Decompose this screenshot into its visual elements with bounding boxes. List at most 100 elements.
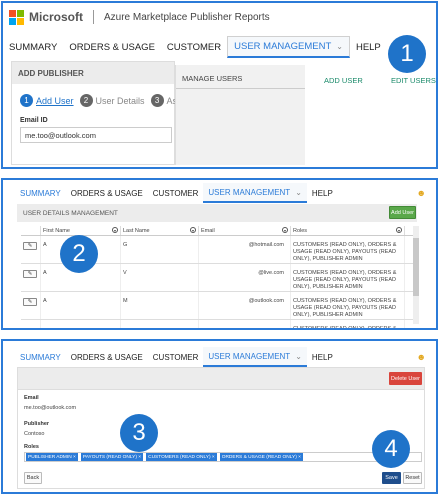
reset-button[interactable]: Reset (403, 472, 422, 484)
chevron-down-icon: ⌄ (295, 351, 302, 361)
microsoft-logo-icon (9, 9, 24, 25)
role-tag[interactable]: ORDERS & USAGE (READ ONLY) × (219, 453, 303, 461)
manage-users-heading: MANAGE USERS (182, 74, 243, 83)
last-name-cell: M (121, 292, 199, 319)
column-header-edit (21, 226, 41, 235)
email-cell (199, 320, 291, 328)
nav-help[interactable]: HELP (307, 347, 338, 367)
nav-help[interactable]: HELP (307, 183, 338, 203)
filter-icon[interactable]: ▾ (282, 227, 288, 233)
filter-icon[interactable]: ▾ (190, 227, 196, 233)
nav-orders-usage[interactable]: ORDERS & USAGE (63, 36, 161, 58)
column-title: Last Name (123, 228, 150, 234)
section-title: USER DETAILS MANAGEMENT (17, 204, 417, 222)
chevron-down-icon: ⌄ (336, 42, 343, 51)
nav-customer[interactable]: CUSTOMER (161, 36, 227, 58)
callout-badge-2: 2 (60, 235, 98, 273)
nav-summary[interactable]: SUMMARY (15, 183, 66, 203)
edit-users-link[interactable]: EDIT USERS (391, 76, 436, 85)
delete-user-button[interactable]: Delete User (389, 372, 422, 385)
nav-user-management-label: USER MANAGEMENT (234, 41, 332, 52)
roles-cell: CUSTOMERS (READ ONLY), ORDERS & USAGE (R… (291, 264, 405, 291)
roles-multiselect[interactable]: PUBLISHER ADMIN × PAYOUTS (READ ONLY) × … (24, 452, 422, 462)
edit-user-form: Delete User Email me.too@outlook.com Pub… (17, 367, 425, 489)
filter-icon[interactable]: ▾ (112, 227, 118, 233)
step-number: 1 (20, 94, 33, 107)
main-nav: SUMMARY ORDERS & USAGE CUSTOMER USER MAN… (3, 347, 436, 367)
email-cell: @live.com (199, 264, 291, 291)
table-row[interactable]: ✎ A M @outlook.com CUSTOMERS (READ ONLY)… (21, 292, 413, 320)
nav-user-management[interactable]: USER MANAGEMENT ⌄ (203, 347, 307, 367)
manage-users-panel: MANAGE USERS (175, 65, 305, 165)
first-name-cell: A (41, 292, 121, 319)
scrollbar-thumb[interactable] (413, 238, 419, 296)
nav-summary[interactable]: SUMMARY (15, 347, 66, 367)
step-number: 2 (79, 94, 93, 107)
edit-pencil-icon[interactable]: ✎ (23, 298, 37, 306)
add-user-link[interactable]: ADD USER (324, 76, 363, 85)
main-nav: SUMMARY ORDERS & USAGE CUSTOMER USER MAN… (3, 36, 436, 58)
column-header-roles[interactable]: Roles ▾ (291, 226, 405, 235)
add-publisher-form: ADD PUBLISHER 1 Add User 2 User Details … (11, 61, 182, 165)
chevron-down-icon: ⌄ (295, 187, 302, 197)
nav-orders-usage[interactable]: ORDERS & USAGE (66, 183, 148, 203)
role-tag[interactable]: PAYOUTS (READ ONLY) × (80, 453, 144, 461)
nav-summary[interactable]: SUMMARY (3, 36, 63, 58)
save-button[interactable]: Save (382, 472, 401, 484)
column-title: Email (201, 228, 215, 234)
back-button[interactable]: Back (24, 472, 42, 484)
role-tag-label: CUSTOMERS (READ ONLY) (148, 454, 211, 460)
first-name-cell (41, 320, 121, 328)
filter-icon[interactable]: ▾ (396, 227, 402, 233)
email-id-label: Email ID (20, 117, 48, 124)
column-header-last-name[interactable]: Last Name ▾ (121, 226, 199, 235)
nav-user-management-label: USER MANAGEMENT (208, 351, 291, 361)
nav-orders-usage[interactable]: ORDERS & USAGE (66, 347, 148, 367)
column-header-first-name[interactable]: First Name ▾ (41, 226, 121, 235)
role-tag-label: PAYOUTS (READ ONLY) (82, 454, 137, 460)
column-title: Roles (293, 228, 308, 234)
role-tag[interactable]: CUSTOMERS (READ ONLY) × (146, 453, 217, 461)
brand-name: Microsoft (29, 10, 83, 24)
last-name-cell: V (121, 264, 199, 291)
callout-badge-4: 4 (372, 430, 410, 468)
smiley-icon[interactable]: ☻ (417, 188, 426, 198)
table-row[interactable]: CUSTOMERS (READ ONLY), ORDERS & USAGE (21, 320, 413, 328)
smiley-icon[interactable]: ☻ (417, 352, 426, 362)
nav-customer[interactable]: CUSTOMER (148, 183, 204, 203)
step-indicator: 1 Add User 2 User Details 3 Ass (12, 84, 182, 107)
add-user-button[interactable]: Add User (389, 206, 416, 219)
column-title: First Name (43, 228, 70, 234)
email-id-field[interactable]: me.too@outlook.com (20, 127, 172, 143)
app-header: Microsoft Azure Marketplace Publisher Re… (3, 3, 436, 31)
step-user-details[interactable]: 2 User Details (79, 94, 145, 107)
nav-help[interactable]: HELP (350, 36, 387, 58)
user-details-panel: SUMMARY ORDERS & USAGE CUSTOMER USER MAN… (1, 178, 438, 330)
step-add-user[interactable]: 1 Add User (20, 94, 74, 107)
callout-badge-1: 1 (388, 35, 426, 73)
edit-pencil-icon[interactable]: ✎ (23, 242, 37, 250)
column-header-email[interactable]: Email ▾ (199, 226, 291, 235)
callout-badge-3: 3 (120, 414, 158, 452)
nav-user-management-label: USER MANAGEMENT (208, 187, 291, 197)
add-publisher-title: ADD PUBLISHER (12, 62, 174, 84)
email-value: me.too@outlook.com (24, 405, 77, 411)
email-label: Email (24, 395, 39, 401)
role-tag-label: ORDERS & USAGE (READ ONLY) (221, 454, 297, 460)
main-nav: SUMMARY ORDERS & USAGE CUSTOMER USER MAN… (3, 183, 436, 203)
edit-user-panel: SUMMARY ORDERS & USAGE CUSTOMER USER MAN… (1, 339, 438, 494)
last-name-cell (121, 320, 199, 328)
step-label: Add User (36, 95, 74, 106)
edit-pencil-icon[interactable]: ✎ (23, 270, 37, 278)
table-scrollbar[interactable] (413, 226, 419, 324)
nav-customer[interactable]: CUSTOMER (148, 347, 204, 367)
app-title: Azure Marketplace Publisher Reports (104, 11, 270, 23)
role-tag[interactable]: PUBLISHER ADMIN × (26, 453, 78, 461)
step-label: User Details (95, 95, 145, 106)
publisher-value: Contoso (24, 431, 45, 437)
role-tag-label: PUBLISHER ADMIN (28, 454, 72, 460)
nav-user-management[interactable]: USER MANAGEMENT ⌄ (203, 183, 307, 203)
roles-label: Roles (24, 444, 39, 450)
nav-user-management[interactable]: USER MANAGEMENT ⌄ (227, 36, 350, 58)
roles-cell: CUSTOMERS (READ ONLY), ORDERS & USAGE (291, 320, 405, 328)
